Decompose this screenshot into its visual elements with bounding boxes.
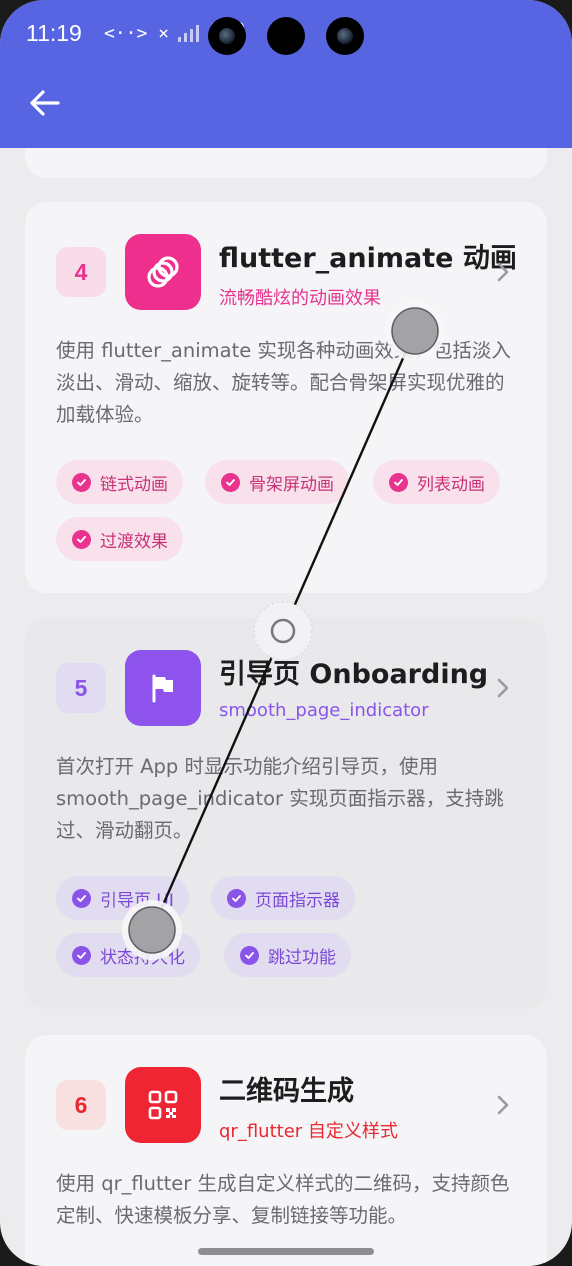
home-indicator[interactable] [198,1248,374,1255]
feature-tag: 过渡效果 [56,517,183,561]
tag-label: 列表动画 [417,474,485,495]
tag-label: 跳过功能 [268,947,336,968]
network-icon: <··> × [104,22,170,44]
card-subtitle: smooth_page_indicator [219,700,429,721]
feature-card-qrcode[interactable]: 6 二维码生成 qr_flutter 自定义样式 使用 qr_flutter 生… [25,1035,547,1266]
check-icon [240,945,259,965]
tag-label: 过渡效果 [100,531,168,552]
card-description: 使用 flutter_animate 实现各种动画效果，包括淡入淡出、滑动、缩放… [56,339,511,426]
arrow-left-icon[interactable] [28,86,62,120]
status-time: 11:19 [26,20,82,46]
card-number: 5 [56,663,106,713]
tag-label: 页面指示器 [255,890,340,911]
feature-card-animate[interactable]: 4 flutter_animate 动画 流畅酷炫的动画效果 使用 flutte… [25,202,547,593]
tag-label: 引导页 UI [100,890,174,911]
rings-icon [125,234,201,310]
qr-code-icon [125,1067,201,1143]
feature-tag: 引导页 UI [56,876,189,920]
chevron-right-icon[interactable] [493,673,513,703]
app-bar: 11:19 <··> × 100 [0,0,572,148]
feature-tag: 列表动画 [373,460,500,504]
feature-tag: 跳过功能 [224,933,351,977]
check-icon [389,472,408,492]
check-icon [221,472,240,492]
phone-screen: 11:19 <··> × 100 4 [0,0,572,1266]
feature-tag: 状态持久化 [56,933,200,977]
card-title: 引导页 Onboarding [219,659,489,690]
tag-label: 状态持久化 [100,947,185,968]
flag-icon [125,650,201,726]
feature-card-partial[interactable] [25,148,547,178]
feature-tag: 页面指示器 [211,876,355,920]
card-description: 使用 qr_flutter 生成自定义样式的二维码，支持颜色定制、快速模板分享、… [56,1172,510,1227]
camera-cutout [267,17,305,55]
card-number: 4 [56,247,106,297]
card-number: 6 [56,1080,106,1130]
check-icon [72,472,91,492]
tag-label: 链式动画 [100,474,168,495]
feature-tag: 链式动画 [56,460,183,504]
chevron-right-icon[interactable] [493,257,513,287]
check-icon [72,888,91,908]
check-icon [227,888,246,908]
camera-cutout [326,17,364,55]
check-icon [72,529,91,549]
check-icon [72,945,91,965]
chevron-right-icon[interactable] [493,1090,513,1120]
feature-tag: 骨架屏动画 [205,460,349,504]
tag-label: 骨架屏动画 [249,474,334,495]
signal-icon [178,25,200,42]
feature-list[interactable]: 4 flutter_animate 动画 流畅酷炫的动画效果 使用 flutte… [0,148,572,1266]
camera-cutout [208,17,246,55]
feature-card-onboarding[interactable]: 5 引导页 Onboarding smooth_page_indicator 首… [25,618,547,1009]
card-subtitle: qr_flutter 自定义样式 [219,1121,398,1142]
card-title: flutter_animate 动画 [219,243,517,274]
card-title: 二维码生成 [219,1076,354,1107]
card-description: 首次打开 App 时显示功能介绍引导页，使用 smooth_page_indic… [56,755,504,842]
card-subtitle: 流畅酷炫的动画效果 [219,288,381,309]
